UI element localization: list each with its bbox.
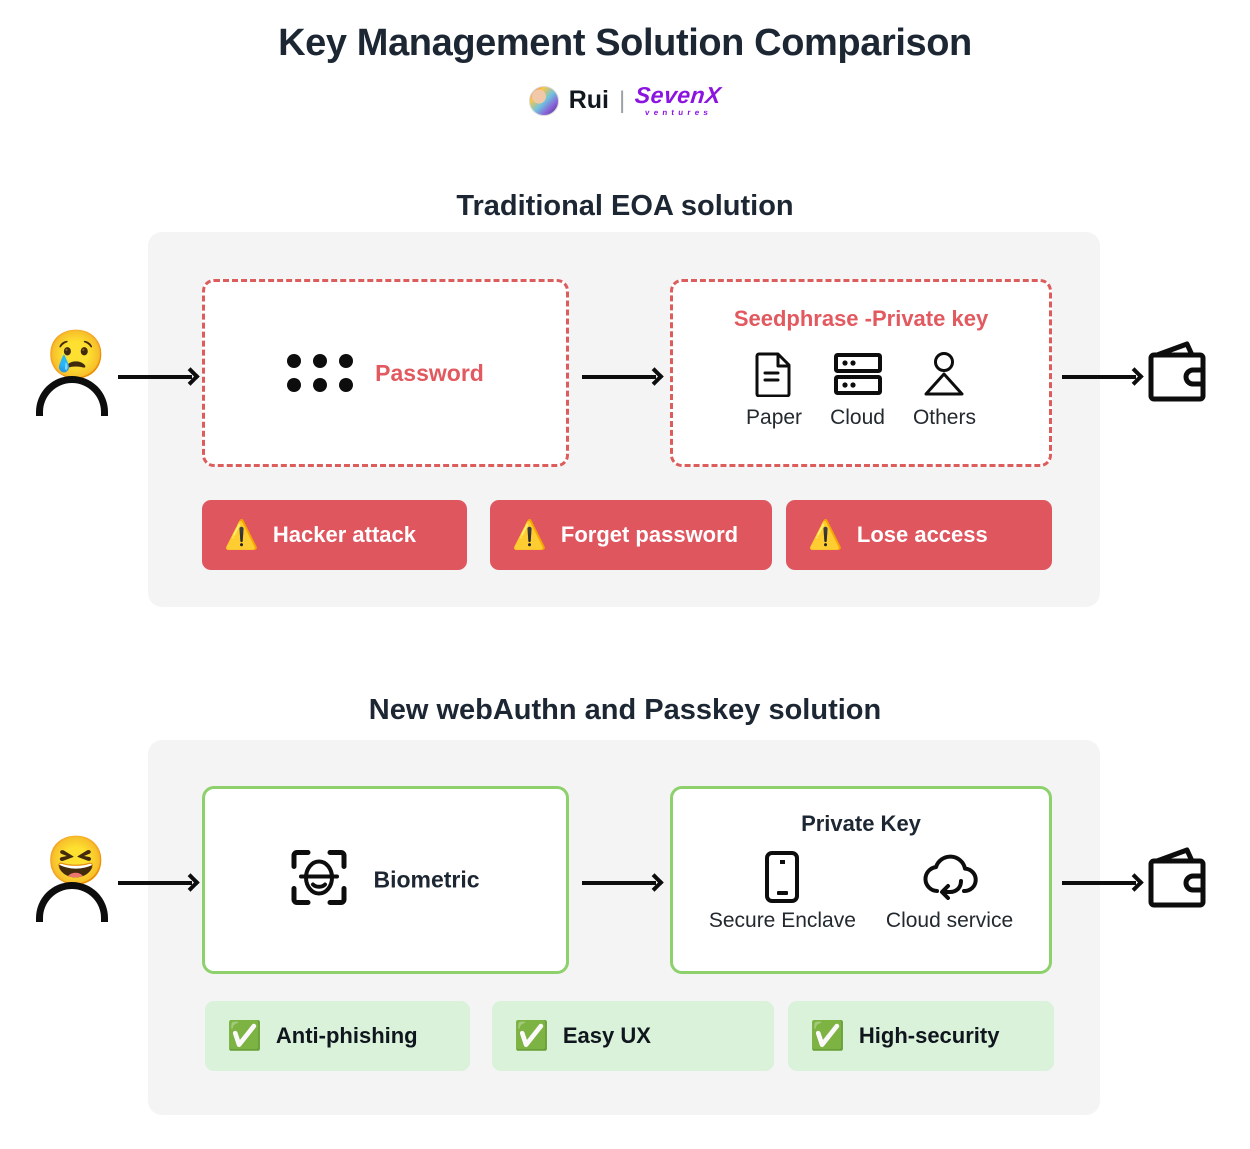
person-icon bbox=[923, 348, 965, 400]
storage-option-cloud: Cloud bbox=[830, 348, 885, 430]
password-box: Password bbox=[202, 279, 569, 467]
wallet-icon-traditional bbox=[1145, 341, 1211, 408]
diagram-canvas: Key Management Solution Comparison Rui |… bbox=[0, 0, 1250, 1149]
badge-forget-password: ⚠️ Forget password bbox=[490, 500, 772, 570]
badge-label: Forget password bbox=[560, 522, 739, 547]
phone-icon bbox=[764, 851, 800, 903]
badge-hacker-attack: ⚠️ Hacker attack bbox=[202, 500, 467, 570]
arrow-biometric-to-privatekey bbox=[582, 872, 664, 894]
warning-triangle-icon: ⚠️ bbox=[512, 519, 547, 550]
storage-option-paper: Paper bbox=[746, 348, 802, 430]
document-icon bbox=[755, 348, 793, 400]
password-dots-icon bbox=[287, 354, 354, 392]
badge-easy-ux: ✅ Easy UX bbox=[492, 1001, 774, 1071]
badge-label: Hacker attack bbox=[272, 522, 416, 547]
arrow-password-to-seed bbox=[582, 366, 664, 388]
byline-separator: | bbox=[618, 86, 626, 114]
warning-triangle-icon: ⚠️ bbox=[808, 519, 843, 550]
cloud-sync-icon bbox=[921, 851, 979, 903]
green-check-icon: ✅ bbox=[227, 1020, 262, 1051]
happy-face-emoji: 😆 bbox=[46, 835, 106, 888]
avatar bbox=[528, 85, 559, 116]
password-label: Password bbox=[375, 359, 484, 386]
server-stack-icon bbox=[833, 348, 882, 400]
storage-label: Secure Enclave bbox=[708, 909, 856, 932]
brand-tagline: ventures bbox=[644, 108, 713, 117]
face-id-icon bbox=[291, 850, 347, 911]
user-body-shape bbox=[36, 376, 108, 416]
sevenx-logo: SevenX ventures bbox=[633, 82, 723, 117]
seedphrase-heading: Seedphrase -Private key bbox=[733, 306, 989, 331]
actor-sad-user: 😢 bbox=[24, 330, 120, 426]
arrow-user-to-password bbox=[118, 366, 200, 388]
storage-label: Cloud service bbox=[885, 909, 1014, 932]
author-name: Rui bbox=[568, 86, 609, 114]
biometric-label: Biometric bbox=[373, 866, 480, 893]
storage-option-others: Others bbox=[913, 348, 976, 430]
arrow-user-to-biometric bbox=[118, 872, 200, 894]
private-key-storage-options: Secure Enclave Cloud service bbox=[673, 851, 1049, 933]
badge-label: High-security bbox=[858, 1023, 1000, 1048]
seedphrase-storage-options: Paper Cloud Others bbox=[673, 348, 1049, 430]
green-check-icon: ✅ bbox=[810, 1020, 845, 1051]
seedphrase-box: Seedphrase -Private key Paper Cloud Othe… bbox=[670, 279, 1052, 467]
warning-triangle-icon: ⚠️ bbox=[224, 519, 259, 550]
storage-option-secure-enclave: Secure Enclave bbox=[709, 851, 856, 933]
sad-face-emoji: 😢 bbox=[46, 329, 106, 382]
badge-label: Easy UX bbox=[562, 1023, 651, 1048]
section-title-traditional: Traditional EOA solution bbox=[456, 190, 794, 222]
green-check-icon: ✅ bbox=[514, 1020, 549, 1051]
private-key-box: Private Key Secure Enclave Cloud service bbox=[670, 786, 1052, 974]
byline: Rui | SevenX ventures bbox=[0, 82, 1250, 117]
brand-name: SevenX bbox=[633, 82, 723, 108]
biometric-box: Biometric bbox=[202, 786, 569, 974]
actor-happy-user: 😆 bbox=[24, 836, 120, 932]
user-body-shape bbox=[36, 882, 108, 922]
private-key-heading: Private Key bbox=[801, 811, 921, 836]
badge-lose-access: ⚠️ Lose access bbox=[786, 500, 1052, 570]
arrow-seed-to-wallet bbox=[1062, 366, 1144, 388]
storage-label: Cloud bbox=[830, 406, 885, 429]
badge-anti-phishing: ✅ Anti-phishing bbox=[205, 1001, 470, 1071]
page-title: Key Management Solution Comparison bbox=[278, 22, 972, 64]
password-content: Password bbox=[205, 354, 566, 392]
storage-option-cloud-service: Cloud service bbox=[886, 851, 1013, 933]
storage-label: Paper bbox=[746, 406, 803, 429]
badge-label: Lose access bbox=[856, 522, 988, 547]
arrow-privatekey-to-wallet bbox=[1062, 872, 1144, 894]
section-title-modern: New webAuthn and Passkey solution bbox=[368, 694, 882, 726]
storage-label: Others bbox=[912, 406, 976, 429]
badge-label: Anti-phishing bbox=[275, 1023, 418, 1048]
biometric-content: Biometric bbox=[205, 850, 566, 911]
wallet-icon-modern bbox=[1145, 847, 1211, 914]
badge-high-security: ✅ High-security bbox=[788, 1001, 1054, 1071]
